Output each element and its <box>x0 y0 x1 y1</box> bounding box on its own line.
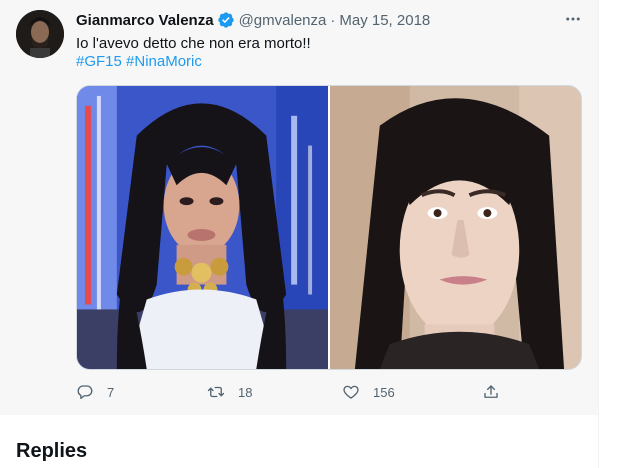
tweet-media[interactable] <box>76 85 582 370</box>
header-separator: · <box>330 11 336 29</box>
tweet-actions: 7 18 156 <box>76 380 506 404</box>
reply-icon <box>76 383 94 401</box>
tweet-photo-right[interactable] <box>330 86 581 369</box>
tweet-text: Io l'avevo detto che non era morto!! <box>76 35 311 52</box>
tweet-hashtags: #GF15 #NinaMoric <box>76 52 202 72</box>
reply-count: 7 <box>107 384 115 400</box>
retweet-count: 18 <box>238 384 253 400</box>
share-icon <box>482 383 500 401</box>
hashtag-link[interactable]: #NinaMoric <box>126 53 202 70</box>
tweet-date[interactable]: May 15, 2018 <box>339 12 430 29</box>
avatar[interactable] <box>16 10 64 58</box>
reply-button[interactable]: 7 <box>76 380 114 404</box>
hashtag-link[interactable]: #GF15 <box>76 53 122 70</box>
heart-icon <box>342 383 360 401</box>
replies-section-header: Replies <box>0 427 598 468</box>
retweet-button[interactable]: 18 <box>207 380 252 404</box>
more-horizontal-icon[interactable] <box>560 8 586 30</box>
verified-badge-icon <box>217 12 234 28</box>
like-button[interactable]: 156 <box>342 380 395 404</box>
display-name[interactable]: Gianmarco Valenza <box>76 12 214 29</box>
like-count: 156 <box>373 384 395 400</box>
retweet-icon <box>207 383 225 401</box>
timeline-column: Gianmarco Valenza @gmvalenza · May 15, 2… <box>0 0 599 468</box>
photo-woman-studio <box>77 86 328 369</box>
replies-title: Replies <box>16 440 88 462</box>
tweet[interactable]: Gianmarco Valenza @gmvalenza · May 15, 2… <box>0 0 598 415</box>
page: Gianmarco Valenza @gmvalenza · May 15, 2… <box>0 0 625 468</box>
photo-man-portrait <box>330 86 581 369</box>
tweet-photo-left[interactable] <box>77 86 328 369</box>
user-handle[interactable]: @gmvalenza <box>239 12 327 29</box>
share-button[interactable] <box>482 380 500 404</box>
tweet-header: Gianmarco Valenza @gmvalenza · May 15, 2… <box>76 11 430 29</box>
